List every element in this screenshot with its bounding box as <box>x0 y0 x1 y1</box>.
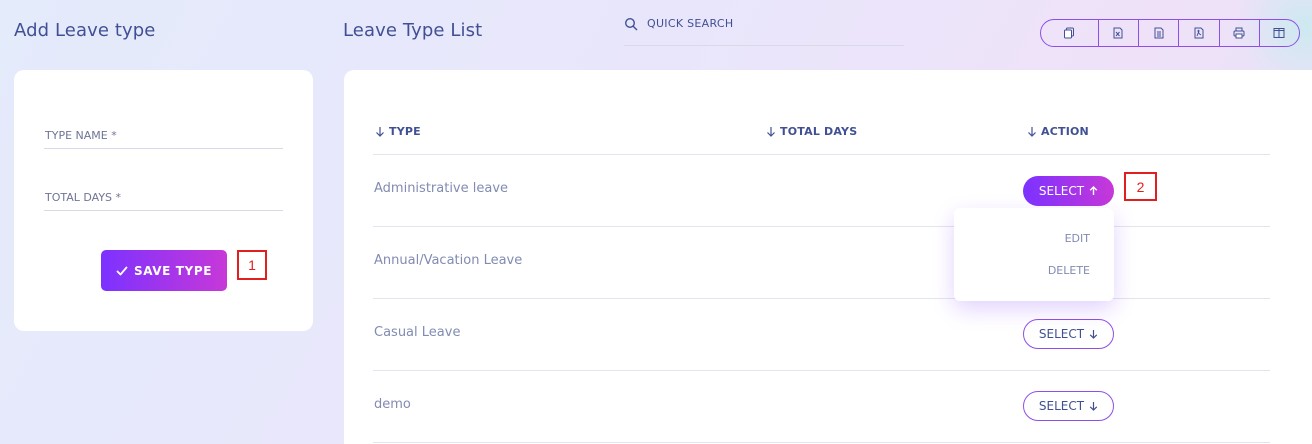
table-row-divider <box>373 442 1270 443</box>
print-button[interactable] <box>1220 20 1260 46</box>
leave-type-list-card: TYPE TOTAL DAYS ACTION Administrative le… <box>344 70 1312 444</box>
row-1-select-button[interactable]: SELECT <box>1023 176 1114 206</box>
excel-button[interactable] <box>1099 20 1140 46</box>
select-label: SELECT <box>1038 327 1085 341</box>
csv-icon <box>1154 27 1164 39</box>
edit-menu-item[interactable]: EDIT <box>1065 232 1090 245</box>
delete-menu-item[interactable]: DELETE <box>1048 264 1090 277</box>
search-icon <box>624 17 638 31</box>
type-name-field[interactable]: TYPE NAME * <box>44 127 283 149</box>
check-icon <box>116 266 128 275</box>
row-4-select-button[interactable]: SELECT <box>1023 391 1114 421</box>
columns-button[interactable] <box>1260 20 1299 46</box>
arrow-down-icon <box>1089 330 1098 339</box>
pdf-icon <box>1194 27 1204 39</box>
add-leave-type-title: Add Leave type <box>14 20 156 41</box>
arrow-down-icon <box>1089 402 1098 411</box>
row-3-type: Casual Leave <box>374 325 461 340</box>
csv-button[interactable] <box>1139 20 1180 46</box>
sort-arrow-icon <box>1028 127 1036 137</box>
column-header-total-days-label: TOTAL DAYS <box>780 125 858 138</box>
copy-icon <box>1064 27 1075 39</box>
excel-icon <box>1113 27 1123 39</box>
columns-icon <box>1273 28 1285 38</box>
export-button-group <box>1040 19 1300 47</box>
sort-arrow-icon <box>767 127 775 137</box>
table-row-divider <box>373 226 1270 227</box>
sort-arrow-icon <box>376 127 384 137</box>
select-label: SELECT <box>1038 184 1085 198</box>
arrow-up-icon <box>1089 186 1098 195</box>
save-type-label: SAVE TYPE <box>133 263 213 278</box>
table-row-divider <box>373 370 1270 371</box>
add-leave-type-card: TYPE NAME * TOTAL DAYS * SAVE TYPE <box>14 70 313 331</box>
copy-button[interactable] <box>1041 20 1099 46</box>
action-dropdown-menu: EDIT DELETE <box>954 208 1114 301</box>
annotation-marker-1: 1 <box>237 250 267 280</box>
column-header-action-label: ACTION <box>1041 125 1089 138</box>
print-icon <box>1233 27 1245 39</box>
pdf-button[interactable] <box>1179 20 1220 46</box>
row-2-type: Annual/Vacation Leave <box>374 253 523 268</box>
column-header-type[interactable]: TYPE <box>375 125 421 138</box>
row-3-select-button[interactable]: SELECT <box>1023 319 1114 349</box>
quick-search-label: QUICK SEARCH <box>647 17 734 30</box>
total-days-field[interactable]: TOTAL DAYS * <box>44 189 283 211</box>
leave-type-list-title: Leave Type List <box>343 20 483 41</box>
total-days-label: TOTAL DAYS * <box>45 191 122 204</box>
save-type-button[interactable]: SAVE TYPE <box>101 250 227 291</box>
annotation-marker-2: 2 <box>1124 172 1157 201</box>
column-header-action[interactable]: ACTION <box>1027 125 1089 138</box>
column-header-type-label: TYPE <box>389 125 421 138</box>
type-name-label: TYPE NAME * <box>45 129 117 142</box>
table-header-divider <box>373 154 1270 155</box>
quick-search-input[interactable]: QUICK SEARCH <box>624 10 904 46</box>
row-1-type: Administrative leave <box>374 181 509 196</box>
select-label: SELECT <box>1038 399 1085 413</box>
row-4-type: demo <box>374 397 411 412</box>
table-row-divider <box>373 298 1270 299</box>
column-header-total-days[interactable]: TOTAL DAYS <box>766 125 857 138</box>
